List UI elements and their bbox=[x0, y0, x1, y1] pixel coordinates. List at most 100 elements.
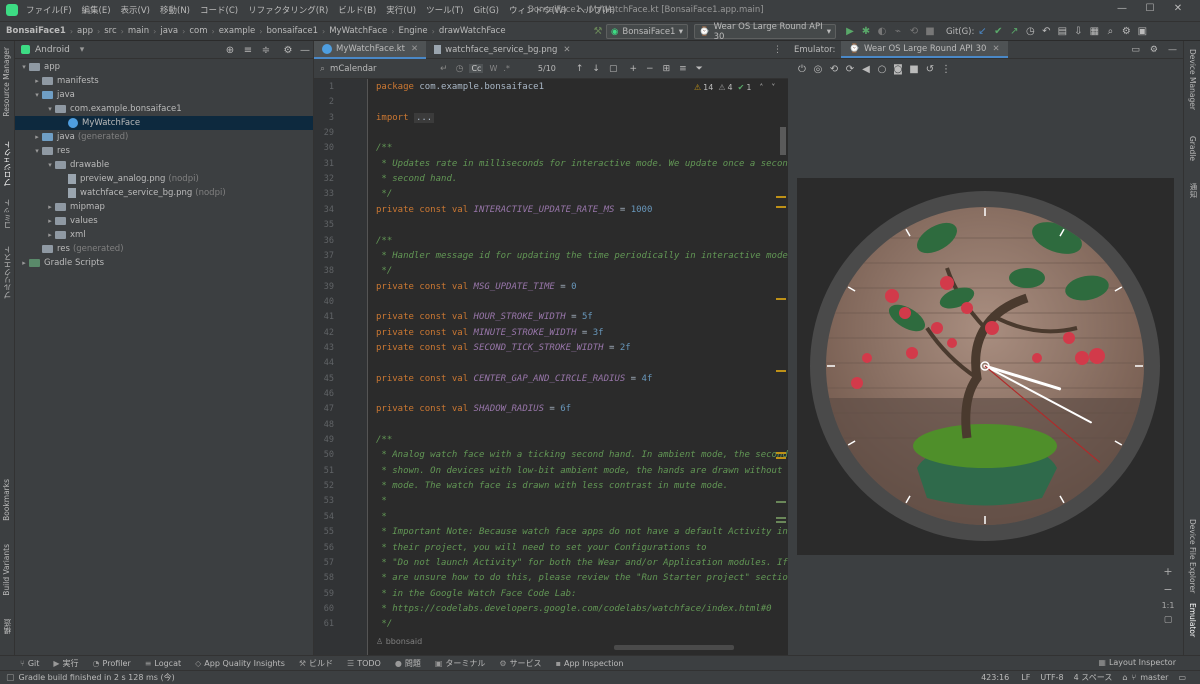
code-line[interactable]: * Updates rate in milliseconds for inter… bbox=[376, 159, 788, 169]
expand-arrow-icon[interactable]: ▸ bbox=[45, 203, 55, 211]
tree-item[interactable]: ▸ xml bbox=[15, 228, 313, 242]
bottom-tab[interactable]: ● 問題 bbox=[395, 658, 421, 669]
expand-arrow-icon[interactable]: ▸ bbox=[19, 259, 29, 267]
zoom-out-icon[interactable]: − bbox=[1161, 583, 1175, 596]
debug-icon[interactable]: ✱ bbox=[858, 26, 874, 37]
indent-setting[interactable]: 4 スペース bbox=[1074, 672, 1113, 683]
emulator-tab[interactable]: Emulator bbox=[1188, 603, 1197, 637]
apply-changes-icon[interactable]: ⟲ bbox=[906, 26, 922, 37]
rotate-right-icon[interactable]: ⟳ bbox=[842, 64, 858, 75]
locate-icon[interactable]: ⊕ bbox=[222, 45, 238, 56]
code-line[interactable]: * Handler message id for updating the ti… bbox=[376, 251, 788, 261]
bottom-tab[interactable]: ▶ 実行 bbox=[53, 658, 78, 669]
build-variants-tab[interactable]: Build Variants bbox=[2, 544, 11, 596]
device-file-explorer-tab[interactable]: Device File Explorer bbox=[1188, 519, 1197, 593]
horizontal-scrollbar[interactable] bbox=[614, 645, 734, 650]
code-line[interactable]: private const val SECOND_TICK_STROKE_WID… bbox=[376, 343, 631, 353]
code-line[interactable]: * "Do not launch Activity" for both the … bbox=[376, 558, 788, 568]
commit-tab[interactable]: コミット bbox=[2, 199, 13, 229]
expand-arrow-icon[interactable]: ▾ bbox=[45, 161, 55, 169]
newline-icon[interactable]: ↵ bbox=[440, 64, 448, 74]
code-line[interactable]: private const val SHADOW_RADIUS = 6f bbox=[376, 404, 571, 414]
update-icon[interactable]: ▣ bbox=[1134, 26, 1150, 37]
memory-indicator-icon[interactable]: ▭ bbox=[1178, 673, 1186, 682]
profile-icon[interactable]: ◐ bbox=[874, 26, 890, 37]
warning-marker[interactable] bbox=[776, 298, 786, 300]
run-config-select[interactable]: ◉ BonsaiFace1 ▾ bbox=[606, 24, 688, 39]
filter-icon[interactable]: ⏷ bbox=[696, 64, 703, 74]
menu-item[interactable]: Git(G) bbox=[473, 6, 499, 16]
tree-item[interactable]: ▸ values bbox=[15, 214, 313, 228]
expand-arrow-icon[interactable]: ▾ bbox=[45, 105, 55, 113]
match-case-toggle[interactable]: Cc bbox=[469, 64, 484, 73]
add-occurrence-icon[interactable]: + bbox=[629, 64, 637, 74]
breadcrumb-item[interactable]: com bbox=[189, 26, 207, 36]
bottom-tab[interactable]: ▣ ターミナル bbox=[435, 658, 486, 669]
pull-request-tab[interactable]: プルリクエスト bbox=[2, 246, 13, 299]
record-icon[interactable]: ■ bbox=[906, 64, 922, 75]
tree-item[interactable]: res (generated) bbox=[15, 242, 313, 256]
code-editor[interactable]: 1 2 3 29 30 31 32 33 34 35 36 37 38 39 40 41 42 43 44 45 46 4… bbox=[314, 79, 788, 655]
structure-tab[interactable]: 構造 bbox=[2, 619, 13, 634]
code-line[interactable]: private const val CENTER_GAP_AND_CIRCLE_… bbox=[376, 374, 652, 384]
tree-item[interactable]: preview_analog.png (nodpi) bbox=[15, 172, 313, 186]
bottom-tab[interactable]: ▪ App Inspection bbox=[556, 659, 624, 668]
rotate-left-icon[interactable]: ⟲ bbox=[826, 64, 842, 75]
code-line[interactable]: * shown. On devices with low-bit ambient… bbox=[376, 466, 788, 476]
hammer-icon[interactable]: ⚒ bbox=[590, 26, 606, 37]
breadcrumb-item[interactable]: java bbox=[160, 26, 178, 36]
code-line[interactable]: /** bbox=[376, 236, 392, 246]
expand-all-icon[interactable]: ≡ bbox=[240, 45, 256, 56]
zoom-fit-icon[interactable]: ▢ bbox=[1161, 615, 1175, 625]
vertical-scrollbar[interactable] bbox=[780, 127, 786, 155]
warning-marker[interactable] bbox=[776, 452, 786, 454]
snapshot-icon[interactable]: ↺ bbox=[922, 64, 938, 75]
git-update-icon[interactable]: ↙ bbox=[974, 26, 990, 37]
gear-icon[interactable]: ⚙ bbox=[1150, 45, 1158, 55]
tree-item[interactable]: ▾ res bbox=[15, 144, 313, 158]
menu-item[interactable]: リファクタリング(R) bbox=[248, 6, 328, 16]
code-line[interactable]: * second hand. bbox=[376, 174, 457, 184]
regex-toggle[interactable]: .* bbox=[503, 64, 510, 73]
status-toggle-icon[interactable]: ▢ bbox=[6, 673, 15, 683]
settings-icon[interactable]: ⚙ bbox=[1118, 26, 1134, 37]
close-icon[interactable]: ✕ bbox=[1164, 3, 1192, 14]
breadcrumb-item[interactable]: app bbox=[77, 26, 93, 36]
project-view-label[interactable]: Android bbox=[35, 45, 70, 55]
file-encoding[interactable]: UTF-8 bbox=[1040, 673, 1063, 682]
history-icon[interactable]: ◷ bbox=[456, 64, 464, 74]
hide-icon[interactable]: — bbox=[297, 45, 313, 56]
expand-arrow-icon[interactable]: ▸ bbox=[32, 77, 42, 85]
tree-item[interactable]: ▾ drawable bbox=[15, 158, 313, 172]
breadcrumb-item[interactable]: example bbox=[219, 26, 256, 36]
code-line[interactable]: * are unsure how to do this, please revi… bbox=[376, 573, 788, 583]
select-all-icon[interactable]: ▢ bbox=[609, 64, 618, 74]
run-icon[interactable]: ▶ bbox=[842, 26, 858, 37]
options-icon[interactable]: ≡ bbox=[679, 64, 687, 74]
menu-item[interactable]: 移動(N) bbox=[160, 6, 190, 16]
back-icon[interactable]: ◀ bbox=[858, 64, 874, 75]
code-line[interactable]: private const val MSG_UPDATE_TIME = 0 bbox=[376, 282, 577, 292]
menu-item[interactable]: 編集(E) bbox=[82, 6, 111, 16]
menu-item[interactable]: 表示(V) bbox=[121, 6, 150, 16]
code-line[interactable]: * bbox=[376, 512, 386, 522]
close-icon[interactable]: ✕ bbox=[992, 44, 999, 54]
breadcrumb-item[interactable]: Engine bbox=[398, 26, 427, 36]
breadcrumb-item[interactable]: src bbox=[104, 26, 116, 36]
remove-occurrence-icon[interactable]: − bbox=[646, 64, 654, 74]
code-line[interactable]: */ bbox=[376, 189, 392, 199]
caret-position[interactable]: 423:16 bbox=[981, 673, 1009, 682]
close-icon[interactable]: ✕ bbox=[411, 44, 418, 54]
bottom-tab[interactable]: ⑂ Git bbox=[20, 659, 39, 668]
tab-watchface-bg[interactable]: watchface_service_bg.png ✕ bbox=[426, 41, 578, 59]
bottom-tab[interactable]: ◔ Profiler bbox=[93, 659, 131, 668]
zoom-in-icon[interactable]: + bbox=[1161, 565, 1175, 578]
tree-item[interactable]: ▸ mipmap bbox=[15, 200, 313, 214]
tree-item[interactable]: ▾ java bbox=[15, 88, 313, 102]
breadcrumb-item[interactable]: main bbox=[128, 26, 149, 36]
code-line[interactable]: * Important Note: Because watch face app… bbox=[376, 527, 787, 537]
tree-item[interactable]: ▸ java (generated) bbox=[15, 130, 313, 144]
code-line[interactable]: * their project, you will need to set yo… bbox=[376, 543, 706, 553]
git-push-icon[interactable]: ↗ bbox=[1006, 26, 1022, 37]
expand-arrow-icon[interactable]: ▸ bbox=[45, 217, 55, 225]
